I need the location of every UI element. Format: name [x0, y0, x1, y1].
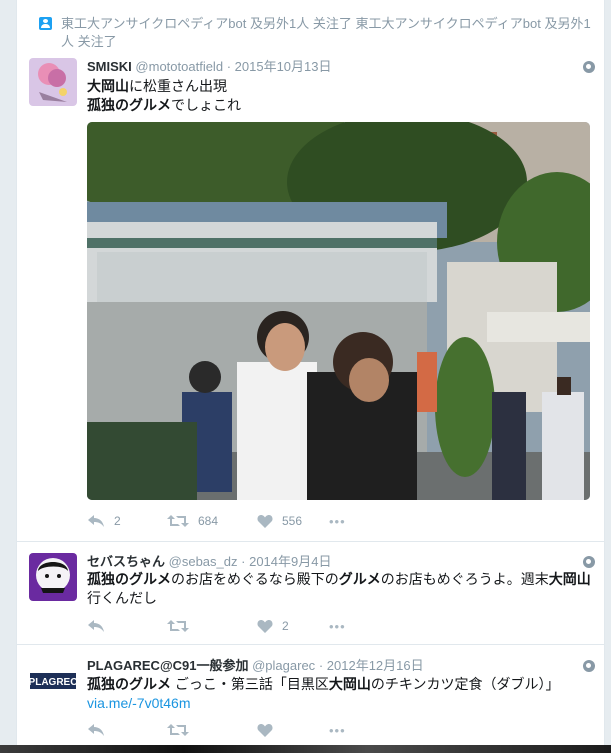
tweet-text: 孤独のグルメのお店をめぐるなら殿下のグルメのお店もめぐろうよ。週末大岡山 行くん…: [87, 570, 597, 608]
text-segment: に松重さん出現: [129, 78, 227, 94]
more-icon: •••: [329, 619, 346, 634]
tweet-header: セバスちゃん @sebas_dz · 2014年9月4日: [87, 553, 331, 570]
highlight: グルメ: [338, 571, 381, 587]
avatar[interactable]: [29, 553, 77, 601]
reply-icon: [88, 515, 104, 527]
more-button[interactable]: •••: [329, 619, 346, 634]
follow-context-text: 東工大アンサイクロペディアbot 及另外1人 关注了 東工大アンサイクロペディア…: [61, 16, 591, 49]
like-button[interactable]: 2: [257, 619, 289, 633]
follow-context[interactable]: 東工大アンサイクロペディアbot 及另外1人 关注了 東工大アンサイクロペディア…: [39, 15, 601, 51]
text-segment: でしょこれ: [171, 97, 241, 113]
tweet[interactable]: セバスちゃん @sebas_dz · 2014年9月4日 孤独のグルメのお店をめ…: [17, 553, 604, 645]
bottom-strip: [0, 745, 611, 753]
username[interactable]: @sebas_dz: [169, 554, 238, 569]
highlight: 大岡山: [87, 78, 129, 94]
reply-icon: [88, 620, 104, 632]
globe-icon: [583, 556, 595, 568]
more-button[interactable]: •••: [329, 723, 346, 738]
globe-icon: [583, 61, 595, 73]
highlight: 大岡山: [328, 676, 371, 692]
username[interactable]: @mototoatfield: [135, 59, 223, 74]
user-icon: [39, 17, 52, 30]
tweet[interactable]: SMISKI @mototoatfield · 2015年10月13日 大岡山に…: [17, 58, 604, 542]
retweet-button[interactable]: [167, 723, 189, 737]
tweet[interactable]: PLAGREC PLAGAREC@C91一般参加 @plagarec · 201…: [17, 657, 604, 745]
retweet-icon: [167, 724, 189, 736]
tweet-text: 孤独のグルメ ごっこ・第三話「目黒区大岡山のチキンカツ定食（ダブル）」 via.…: [87, 675, 597, 713]
timestamp[interactable]: 2012年12月16日: [327, 658, 424, 673]
retweet-count: 684: [198, 514, 219, 528]
text-segment: のお店をめぐるなら殿下の: [171, 571, 339, 587]
text-segment: ごっこ・第三話「目黒区: [171, 676, 329, 692]
heart-icon: [257, 724, 273, 737]
fullname[interactable]: PLAGAREC@C91一般参加: [87, 658, 248, 673]
heart-icon: [257, 515, 273, 528]
globe-icon: [583, 660, 595, 672]
like-count: 2: [282, 619, 289, 633]
separator: ·: [318, 658, 324, 673]
tweet-photo[interactable]: [87, 122, 590, 500]
text-segment: 行くんだし: [87, 590, 157, 606]
text-segment: のチキンカツ定食（ダブル）」: [370, 676, 560, 692]
heart-icon: [257, 620, 273, 633]
reply-icon: [88, 724, 104, 736]
retweet-icon: [167, 620, 189, 632]
separator: ·: [241, 554, 246, 569]
reply-button[interactable]: [87, 723, 105, 737]
more-icon: •••: [329, 514, 346, 529]
fullname[interactable]: SMISKI: [87, 59, 132, 74]
reply-button[interactable]: 2: [87, 514, 121, 528]
username[interactable]: @plagarec: [252, 658, 315, 673]
highlight: 孤独のグルメ: [87, 676, 171, 692]
like-button[interactable]: 556: [257, 514, 302, 528]
tweet-header: SMISKI @mototoatfield · 2015年10月13日: [87, 58, 332, 75]
separator: ·: [226, 59, 232, 74]
retweet-button[interactable]: [167, 619, 198, 633]
tweet-link[interactable]: via.me/-7v0t46m: [87, 695, 190, 711]
more-button[interactable]: •••: [329, 514, 346, 529]
highlight: 大岡山: [548, 571, 591, 587]
timestamp[interactable]: 2015年10月13日: [235, 59, 332, 74]
avatar[interactable]: [29, 58, 77, 106]
like-button[interactable]: [257, 723, 273, 737]
avatar[interactable]: PLAGREC: [29, 657, 77, 705]
highlight: 孤独のグルメ: [87, 571, 171, 587]
reply-button[interactable]: [87, 619, 114, 633]
timestamp[interactable]: 2014年9月4日: [249, 554, 331, 569]
tweet-text: 大岡山に松重さん出現 孤独のグルメでしょこれ: [87, 77, 597, 115]
text-segment: のお店もめぐろうよ。週末: [380, 571, 549, 587]
timeline-stream: 東工大アンサイクロペディアbot 及另外1人 关注了 東工大アンサイクロペディア…: [16, 0, 605, 745]
fullname[interactable]: セバスちゃん: [87, 554, 165, 569]
retweet-button[interactable]: 684: [167, 514, 218, 528]
like-count: 556: [282, 514, 303, 528]
highlight: 孤独のグルメ: [87, 97, 171, 113]
avatar-logo-text: PLAGREC: [29, 677, 77, 688]
tweet-header: PLAGAREC@C91一般参加 @plagarec · 2012年12月16日: [87, 657, 424, 674]
more-icon: •••: [329, 723, 346, 738]
retweet-icon: [167, 515, 189, 527]
reply-count: 2: [114, 514, 121, 528]
